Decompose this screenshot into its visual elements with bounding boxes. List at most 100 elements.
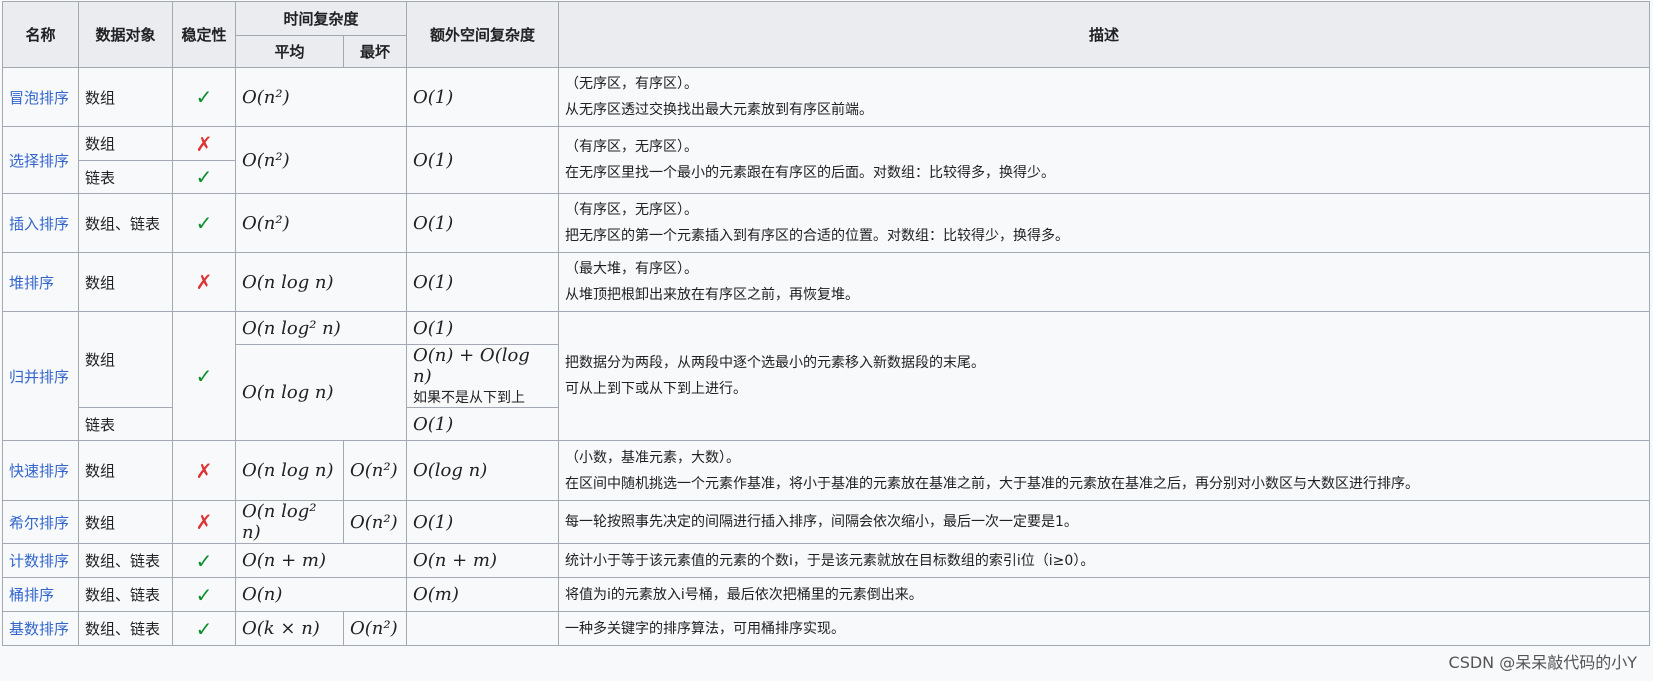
space-complexity-cell: O(m): [406, 577, 560, 612]
table-header: 名称 数据对象 稳定性 时间复杂度 额外空间复杂度 描述 平均 最坏: [2, 1, 1651, 68]
header-space-complexity[interactable]: 额外空间复杂度: [406, 1, 560, 68]
table-row-heap: 堆排序 数组 ✗ O(n log n) O(1) （最大堆，有序区）。 从堆顶把…: [2, 252, 1651, 312]
header-name[interactable]: 名称: [2, 1, 79, 68]
stable-check-icon: ✓: [172, 577, 236, 612]
algo-name-cell: 计数排序: [2, 543, 79, 578]
table-row-counting: 计数排序 数组、链表 ✓ O(n + m) O(n + m) 统计小于等于该元素…: [2, 543, 1651, 578]
table-row-merge: 归并排序 数组 ✓ O(n log² n) O(1) 把数据分为两段，从两段中逐…: [2, 311, 1651, 441]
algo-link-bucket-sort[interactable]: 桶排序: [9, 586, 54, 604]
algo-name-cell: 堆排序: [2, 252, 79, 312]
algo-name-cell: 归并排序: [2, 311, 79, 441]
header-worst[interactable]: 最坏: [342, 35, 408, 68]
header-description[interactable]: 描述: [558, 1, 1651, 68]
watermark-text: CSDN @呆呆敲代码的小Y: [1448, 653, 1637, 672]
data-object-cell: 链表: [78, 407, 173, 441]
data-object-cell: 数组: [78, 126, 173, 161]
header-stability[interactable]: 稳定性: [172, 1, 236, 68]
description-line: （最大堆，有序区）。: [565, 261, 699, 277]
algo-link-radix-sort[interactable]: 基数排序: [9, 620, 69, 638]
algo-link-heap-sort[interactable]: 堆排序: [9, 274, 54, 292]
stable-cross-icon: ✗: [172, 126, 236, 161]
avg-complexity-cell: O(n log² n): [235, 500, 344, 544]
table-row-selection: 选择排序 数组 ✗ O(n²) O(1) （有序区，无序区）。 在无序区里找一个…: [2, 126, 1651, 194]
algo-link-bubble-sort[interactable]: 冒泡排序: [9, 89, 69, 107]
header-time-complexity: 时间复杂度: [234, 1, 408, 36]
description-cell: 统计小于等于该元素值的元素的个数i，于是该元素就放在目标数组的索引i位（i≥0）…: [558, 543, 1651, 578]
data-object-cell: 数组: [78, 500, 173, 544]
avg-complexity-cell: O(n): [234, 577, 408, 612]
worst-complexity-cell: O(n²): [342, 611, 408, 646]
data-object-cell: 数组、链表: [78, 577, 173, 612]
description-cell: （最大堆，有序区）。 从堆顶把根卸出来放在有序区之前，再恢复堆。: [558, 252, 1651, 312]
algo-link-merge-sort[interactable]: 归并排序: [9, 368, 69, 386]
avg-complexity-cell: O(n²): [234, 193, 408, 253]
description-cell: 将值为i的元素放入i号桶，最后依次把桶里的元素倒出来。: [558, 577, 1651, 612]
algo-link-shell-sort[interactable]: 希尔排序: [9, 514, 69, 532]
cross-icon: ✗: [195, 131, 213, 156]
screenshot-frame: 名称 数据对象 稳定性 时间复杂度 额外空间复杂度 描述 平均 最坏 冒泡排序 …: [0, 0, 1653, 681]
algo-name-cell: 冒泡排序: [2, 67, 79, 127]
description-cell: （有序区，无序区）。 把无序区的第一个元素插入到有序区的合适的位置。对数组：比较…: [558, 193, 1651, 253]
table-row-quick: 快速排序 数组 ✗ O(n log n) O(n²) O(log n) （小数，…: [2, 440, 1651, 501]
stable-check-icon: ✓: [172, 311, 236, 441]
cross-icon: ✗: [195, 510, 213, 534]
description-line: 从堆顶把根卸出来放在有序区之前，再恢复堆。: [565, 287, 860, 303]
table-row-shell: 希尔排序 数组 ✗ O(n log² n) O(n²) O(1) 每一轮按照事先…: [2, 500, 1651, 544]
description-line: 将值为i的元素放入i号桶，最后依次把桶里的元素倒出来。: [565, 586, 923, 603]
algo-name-cell: 快速排序: [2, 440, 79, 501]
description-line: （有序区，无序区）。: [565, 139, 699, 155]
description-line: 在区间中随机挑选一个元素作基准，将小于基准的元素放在基准之前，大于基准的元素放在…: [565, 475, 1420, 492]
data-object-cell: 数组、链表: [78, 611, 173, 646]
check-icon: ✓: [195, 211, 213, 235]
stable-check-icon: ✓: [172, 67, 236, 127]
description-line: （有序区，无序区）。: [565, 202, 699, 218]
space-complexity-cell: O(1): [406, 67, 560, 127]
check-icon: ✓: [195, 548, 213, 573]
space-complexity-cell: [406, 611, 560, 646]
description-line: 把数据分为两段，从两段中逐个选最小的元素移入新数据段的末尾。: [565, 355, 986, 371]
worst-complexity-cell: O(n²): [342, 500, 408, 544]
space-complexity-cell: O(n + m): [406, 543, 560, 578]
space-complexity-cell: O(n) + O(log n) 如果不是从下到上: [406, 344, 560, 408]
algo-name-cell: 桶排序: [2, 577, 79, 612]
space-complexity-cell: O(1): [406, 500, 560, 544]
algo-name-cell: 插入排序: [2, 193, 79, 253]
description-line: 在无序区里找一个最小的元素跟在有序区的后面。对数组：比较得多，换得少。: [565, 165, 1056, 181]
space-value: O(n) + O(log n): [413, 345, 530, 387]
stable-check-icon: ✓: [172, 543, 236, 578]
algo-link-selection-sort[interactable]: 选择排序: [9, 152, 69, 170]
space-note: 如果不是从下到上: [413, 390, 526, 406]
check-icon: ✓: [195, 582, 213, 607]
space-complexity-cell: O(log n): [406, 440, 560, 501]
worst-complexity-cell: O(n²): [342, 440, 408, 501]
description-line: （无序区，有序区）。: [565, 76, 699, 92]
algo-name-cell: 选择排序: [2, 126, 79, 194]
avg-complexity-cell: O(n log n): [234, 344, 408, 441]
description-line: （小数，基准元素，大数）。: [565, 449, 741, 466]
description-line: 统计小于等于该元素值的元素的个数i，于是该元素就放在目标数组的索引i位（i≥0）…: [565, 552, 1095, 569]
header-data-object[interactable]: 数据对象: [78, 1, 173, 68]
description-line: 每一轮按照事先决定的间隔进行插入排序，间隔会依次缩小，最后一次一定要是1。: [565, 514, 1078, 530]
algo-name-cell: 基数排序: [2, 611, 79, 646]
cross-icon: ✗: [195, 458, 213, 483]
stable-cross-icon: ✗: [172, 252, 236, 312]
header-average[interactable]: 平均: [235, 35, 344, 68]
table-row-radix: 基数排序 数组、链表 ✓ O(k × n) O(n²) 一种多关键字的排序算法，…: [2, 611, 1651, 646]
avg-complexity-cell: O(n + m): [234, 543, 408, 578]
description-cell: 一种多关键字的排序算法，可用桶排序实现。: [558, 611, 1651, 646]
algo-name-cell: 希尔排序: [2, 500, 79, 544]
data-object-cell: 数组、链表: [78, 543, 173, 578]
data-object-cell: 链表: [78, 160, 173, 194]
description-cell: （无序区，有序区）。 从无序区透过交换找出最大元素放到有序区前端。: [558, 67, 1651, 127]
algo-link-counting-sort[interactable]: 计数排序: [9, 552, 69, 570]
avg-complexity-cell: O(n log n): [235, 440, 344, 501]
data-object-cell: 数组: [78, 440, 173, 501]
check-icon: ✓: [195, 85, 213, 109]
algo-link-quick-sort[interactable]: 快速排序: [9, 462, 69, 480]
table-row-bubble: 冒泡排序 数组 ✓ O(n²) O(1) （无序区，有序区）。 从无序区透过交换…: [2, 67, 1651, 127]
space-complexity-cell: O(1): [406, 311, 560, 345]
data-object-cell: 数组: [78, 67, 173, 127]
algo-link-insertion-sort[interactable]: 插入排序: [9, 215, 69, 233]
description-line: 把无序区的第一个元素插入到有序区的合适的位置。对数组：比较得少，换得多。: [565, 228, 1070, 244]
stable-cross-icon: ✗: [172, 500, 236, 544]
